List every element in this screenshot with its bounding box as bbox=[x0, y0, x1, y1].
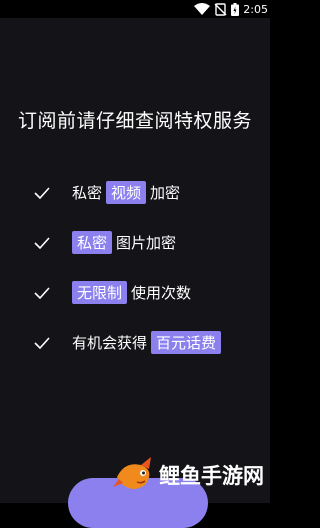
feature-text: 使用次数 bbox=[131, 284, 192, 302]
subscription-screen: 订阅前请仔细查阅特权服务 私密 视频 加密 私密 图片加密 无限制 使用次数 有… bbox=[0, 18, 270, 528]
check-icon bbox=[34, 236, 50, 249]
fish-logo bbox=[113, 457, 151, 489]
watermark: 鲤鱼手游网 bbox=[111, 453, 264, 497]
feature-highlight: 无限制 bbox=[72, 281, 128, 304]
feature-text: 有机会获得 bbox=[72, 334, 148, 352]
feature-item: 私密 图片加密 bbox=[34, 230, 225, 255]
feature-item: 有机会获得 百元话费 bbox=[34, 330, 225, 355]
feature-text: 私密 bbox=[72, 184, 103, 202]
feature-highlight: 百元话费 bbox=[151, 331, 222, 354]
feature-item: 私密 视频 加密 bbox=[34, 180, 225, 205]
wifi-icon bbox=[194, 3, 211, 15]
feature-highlight: 私密 bbox=[72, 231, 113, 254]
status-bar: 2:05 bbox=[194, 0, 270, 18]
feature-list: 私密 视频 加密 私密 图片加密 无限制 使用次数 有机会获得 百元话费 bbox=[34, 180, 225, 380]
status-time: 2:05 bbox=[243, 2, 268, 16]
battery-charging-icon bbox=[231, 2, 240, 16]
check-icon bbox=[34, 286, 50, 299]
page-title: 订阅前请仔细查阅特权服务 bbox=[17, 110, 252, 132]
feature-item: 无限制 使用次数 bbox=[34, 280, 225, 305]
feature-highlight: 视频 bbox=[106, 181, 147, 204]
feature-text: 加密 bbox=[150, 184, 181, 202]
feature-text: 图片加密 bbox=[116, 234, 177, 252]
check-icon bbox=[34, 186, 50, 199]
check-icon bbox=[34, 336, 50, 349]
no-sim-icon bbox=[214, 2, 227, 16]
watermark-text: 鲤鱼手游网 bbox=[159, 464, 264, 488]
